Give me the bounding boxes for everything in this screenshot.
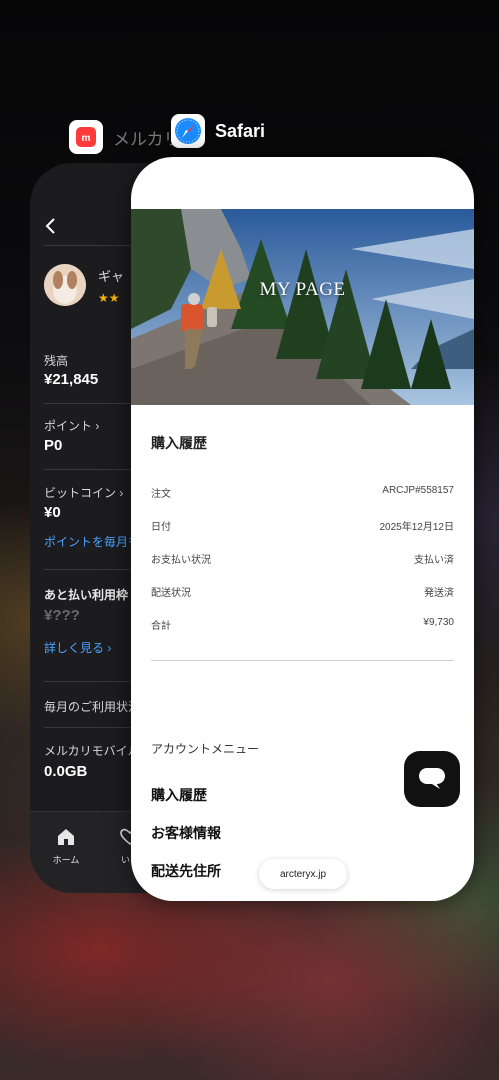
divider	[151, 660, 454, 661]
bitcoin-value: ¥0	[44, 504, 61, 521]
mobile-value: 0.0GB	[44, 763, 88, 780]
safari-app-name: Safari	[215, 120, 266, 141]
bitcoin-row[interactable]: ビットコイン ›	[44, 484, 123, 501]
details-link[interactable]: 詳しく見る ›	[44, 639, 111, 656]
detail-label: 注文	[151, 489, 171, 500]
detail-value: ARCJP#558157	[382, 485, 454, 496]
chevron-left-icon[interactable]	[44, 215, 56, 241]
hero-banner: MY PAGE	[131, 209, 474, 405]
deferred-value: ¥???	[44, 607, 80, 624]
detail-row-order: 注文 ARCJP#558157	[151, 485, 454, 500]
section-title: 購入履歴	[151, 435, 207, 451]
mobile-label[interactable]: メルカリモバイル	[44, 742, 140, 759]
chevron-right-icon: ›	[95, 419, 100, 433]
safari-app-icon	[171, 114, 205, 148]
tab-home[interactable]: ホーム	[48, 828, 84, 866]
chevron-right-icon: ›	[119, 486, 124, 500]
mercari-app-label[interactable]: m メルカリ	[69, 120, 181, 154]
detail-row-date: 日付 2025年12月12日	[151, 518, 454, 533]
balance-label: 残高	[44, 354, 69, 368]
avatar[interactable]	[44, 264, 86, 306]
hero-title: MY PAGE	[259, 279, 346, 300]
deferred-label: あと払い利用枠	[44, 588, 129, 602]
points-label: ポイント	[44, 419, 93, 433]
detail-label: 合計	[151, 621, 171, 632]
points-value: P0	[44, 437, 63, 454]
mercari-app-icon: m	[69, 120, 103, 154]
detail-row-payment: お支払い状況 支払い済	[151, 551, 454, 566]
svg-text:m: m	[82, 133, 91, 144]
detail-value: 発送済	[424, 588, 454, 599]
account-menu-label: アカウントメニュー	[151, 742, 260, 756]
detail-label: お支払い状況	[151, 555, 211, 566]
url-text: arcteryx.jp	[279, 868, 327, 880]
profile-name: ギャ	[98, 269, 125, 284]
detail-row-shipping: 配送状況 発送済	[151, 584, 454, 599]
chat-bubble-icon	[419, 768, 445, 789]
points-row[interactable]: ポイント ›	[44, 417, 99, 434]
details-link-label: 詳しく見る	[44, 641, 105, 655]
detail-row-total: 合計 ¥9,730	[151, 617, 454, 632]
chevron-right-icon: ›	[107, 641, 112, 655]
safari-app-card[interactable]: MY PAGE 購入履歴 注文 ARCJP#558157 日付 2025年12月…	[131, 157, 474, 901]
detail-value: 支払い済	[414, 555, 454, 566]
monthly-usage-label[interactable]: 毎月のご利用状況	[44, 698, 140, 715]
rating-stars: ★★	[98, 291, 120, 305]
address-bar[interactable]: arcteryx.jp	[259, 859, 347, 889]
detail-label: 日付	[151, 522, 171, 533]
safari-app-label[interactable]: Safari	[171, 114, 265, 148]
detail-label: 配送状況	[151, 588, 191, 599]
detail-value: 2025年12月12日	[379, 522, 455, 533]
menu-link-purchase-history[interactable]: 購入履歴	[151, 785, 207, 805]
menu-link-shipping-address[interactable]: 配送先住所	[151, 861, 221, 881]
tab-home-label: ホーム	[52, 855, 80, 865]
bitcoin-promo-link[interactable]: ポイントを毎月も	[44, 533, 140, 550]
balance-value: ¥21,845	[44, 371, 99, 388]
chat-button[interactable]	[404, 751, 460, 807]
detail-value: ¥9,730	[423, 617, 454, 628]
home-icon	[58, 829, 74, 845]
menu-link-customer-info[interactable]: お客様情報	[151, 823, 221, 843]
bitcoin-label: ビットコイン	[44, 486, 117, 500]
